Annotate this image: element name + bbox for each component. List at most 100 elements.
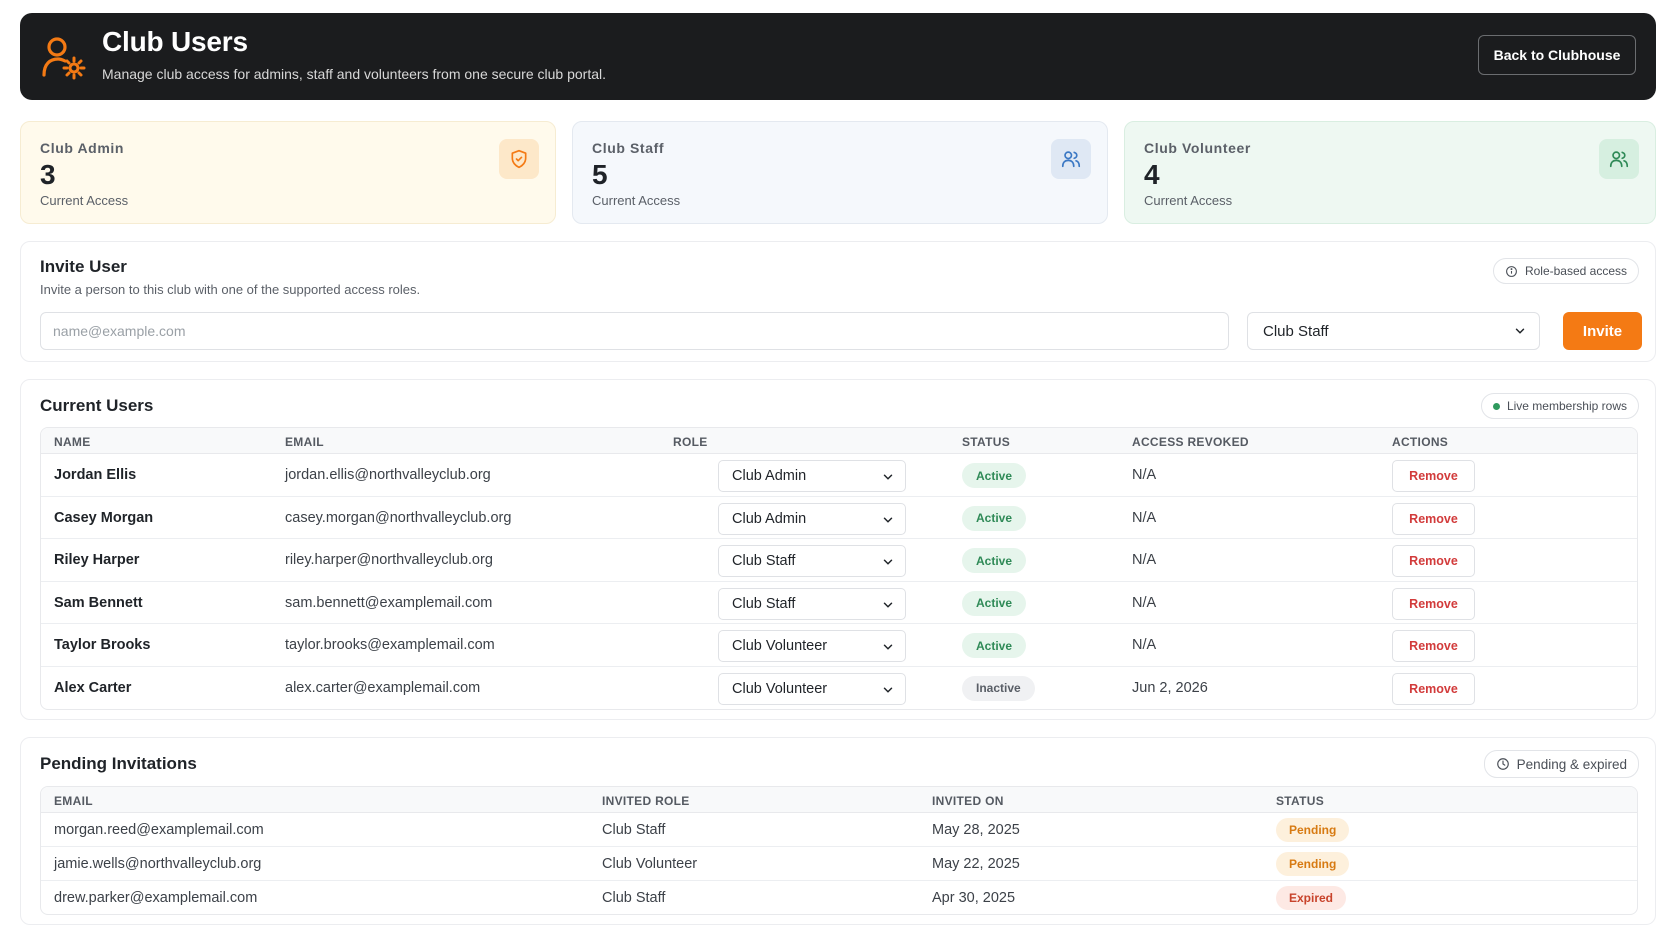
pending-table-header: EMAIL INVITED ROLE INVITED ON STATUS — [41, 787, 1637, 813]
card-count: 5 — [592, 159, 608, 190]
card-caption: Current Access — [592, 193, 681, 208]
shield-check-icon — [499, 139, 539, 179]
column-header-access-revoked: ACCESS REVOKED — [1132, 435, 1249, 449]
column-header-status: STATUS — [1276, 794, 1325, 808]
pending-expired-label: Pending & expired — [1516, 756, 1627, 772]
status-badge: Active — [962, 548, 1027, 574]
table-row: morgan.reed@examplemail.com Club Staff May… — [41, 813, 1637, 847]
card-caption: Current Access — [1144, 193, 1233, 208]
status-badge: Active — [962, 633, 1027, 659]
user-role-value: Club Volunteer — [732, 680, 828, 697]
chevron-down-icon — [1515, 328, 1525, 334]
column-header-actions: ACTIONS — [1392, 435, 1449, 449]
users-table-header: NAME EMAIL ROLE STATUS ACCESS REVOKED AC… — [41, 428, 1637, 454]
remove-user-button[interactable]: Remove — [1392, 460, 1475, 492]
column-header-status: STATUS — [962, 435, 1011, 449]
card-label: Club Volunteer — [1144, 140, 1251, 156]
invited-on: May 28, 2025 — [932, 822, 1020, 838]
invite-role-select[interactable]: Club Staff — [1247, 312, 1540, 350]
table-row: Alex Carter alex.carter@examplemail.com Cl… — [41, 667, 1637, 709]
table-row: drew.parker@examplemail.com Club Staff Apr… — [41, 881, 1637, 914]
live-dot-icon — [1492, 402, 1500, 410]
remove-user-button[interactable]: Remove — [1392, 545, 1475, 578]
user-email: sam.bennett@examplemail.com — [285, 594, 493, 611]
page-subtitle: Manage club access for admins, staff and… — [102, 66, 607, 82]
card-label: Club Staff — [592, 140, 665, 156]
chevron-down-icon — [883, 474, 893, 480]
pending-invitations-panel: Pending Invitations Pending & expired EM… — [20, 737, 1656, 925]
column-header-email: EMAIL — [54, 794, 93, 808]
chevron-down-icon — [883, 559, 893, 565]
card-count: 4 — [1144, 159, 1160, 190]
invite-button[interactable]: Invite — [1563, 312, 1642, 350]
table-row: jamie.wells@northvalleyclub.org Club Volu… — [41, 847, 1637, 881]
invited-role: Club Staff — [602, 822, 666, 838]
invited-role: Club Volunteer — [602, 856, 698, 872]
user-role-select[interactable]: Club Admin — [718, 460, 906, 492]
user-role-select[interactable]: Club Staff — [718, 587, 906, 620]
user-role-select[interactable]: Club Admin — [718, 502, 906, 535]
invite-user-description: Invite a person to this club with one of… — [40, 282, 421, 297]
users-icon — [1599, 139, 1639, 179]
club-volunteer-card: Club Volunteer 4 Current Access — [1124, 121, 1656, 224]
column-header-role: ROLE — [673, 435, 708, 449]
remove-user-button[interactable]: Remove — [1392, 587, 1475, 620]
club-staff-card: Club Staff 5 Current Access — [572, 121, 1108, 224]
user-role-select[interactable]: Club Volunteer — [718, 630, 906, 663]
user-email: taylor.brooks@examplemail.com — [285, 637, 495, 654]
access-revoked-value: Jun 2, 2026 — [1132, 679, 1208, 696]
invite-email-input[interactable] — [40, 312, 1229, 350]
invite-user-title: Invite User — [40, 257, 127, 276]
users-icon — [1051, 139, 1091, 179]
role-based-access-label: Role-based access — [1524, 264, 1627, 278]
info-icon — [1506, 265, 1517, 277]
page-header: Club Users Manage club access for admins… — [20, 13, 1656, 100]
remove-user-button[interactable]: Remove — [1392, 630, 1475, 663]
card-count: 3 — [40, 159, 56, 190]
invited-on: May 22, 2025 — [932, 856, 1020, 872]
user-name: Casey Morgan — [54, 509, 154, 526]
pending-table: EMAIL INVITED ROLE INVITED ON STATUS mor… — [40, 786, 1638, 915]
user-name: Jordan Ellis — [54, 467, 137, 483]
pending-expired-badge: Pending & expired — [1483, 750, 1639, 778]
invited-on: Apr 30, 2025 — [932, 890, 1016, 906]
chevron-down-icon — [883, 602, 893, 608]
access-revoked-value: N/A — [1132, 552, 1157, 569]
chevron-down-icon — [883, 644, 893, 651]
live-membership-badge: Live membership rows — [1480, 393, 1639, 419]
access-revoked-value: N/A — [1132, 467, 1157, 483]
status-badge: Inactive — [962, 675, 1035, 701]
user-gear-icon — [42, 37, 86, 80]
access-revoked-value: N/A — [1132, 594, 1157, 611]
remove-user-button[interactable]: Remove — [1392, 672, 1475, 705]
user-name: Taylor Brooks — [54, 637, 151, 654]
users-table-body: Jordan Ellis jordan.ellis@northvalleyclub… — [41, 454, 1637, 709]
column-header-invited-role: INVITED ROLE — [602, 794, 690, 808]
user-email: jordan.ellis@northvalleyclub.org — [285, 467, 491, 483]
user-role-value: Club Admin — [732, 468, 807, 484]
back-to-clubhouse-button[interactable]: Back to Clubhouse — [1478, 35, 1636, 75]
user-email: casey.morgan@northvalleyclub.org — [285, 509, 512, 526]
invite-role-value: Club Staff — [1263, 322, 1329, 340]
table-row: Sam Bennett sam.bennett@examplemail.com Cl… — [41, 582, 1637, 625]
table-row: Riley Harper riley.harper@northvalleyclub… — [41, 539, 1637, 582]
access-revoked-value: N/A — [1132, 637, 1157, 654]
invite-user-panel: Invite User Invite a person to this club… — [20, 241, 1656, 362]
status-badge: Active — [962, 505, 1027, 531]
user-email: riley.harper@northvalleyclub.org — [285, 552, 493, 569]
user-email: alex.carter@examplemail.com — [285, 679, 481, 696]
user-name: Alex Carter — [54, 679, 132, 696]
users-table: NAME EMAIL ROLE STATUS ACCESS REVOKED AC… — [40, 427, 1638, 710]
column-header-email: EMAIL — [285, 435, 324, 449]
live-membership-label: Live membership rows — [1506, 399, 1627, 413]
current-users-panel: Current Users Live membership rows NAME … — [20, 379, 1656, 720]
user-role-select[interactable]: Club Volunteer — [718, 672, 906, 705]
table-row: Jordan Ellis jordan.ellis@northvalleyclub… — [41, 454, 1637, 497]
page-title: Club Users — [102, 26, 248, 57]
user-role-select[interactable]: Club Staff — [718, 545, 906, 578]
invite-email: morgan.reed@examplemail.com — [54, 822, 264, 838]
user-name: Riley Harper — [54, 552, 140, 569]
remove-user-button[interactable]: Remove — [1392, 502, 1475, 535]
status-badge: Active — [962, 590, 1027, 616]
card-caption: Current Access — [40, 193, 129, 208]
